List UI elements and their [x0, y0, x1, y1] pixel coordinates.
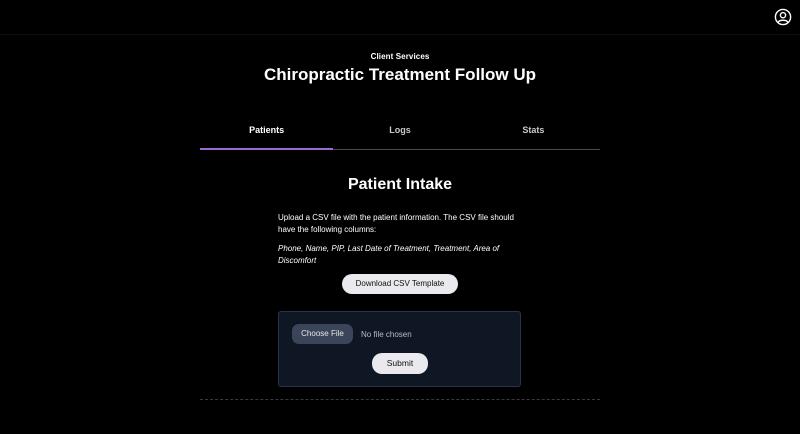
bottom-divider: [200, 399, 600, 400]
upload-panel: Choose File No file chosen Submit: [278, 311, 521, 387]
download-csv-template-button[interactable]: Download CSV Template: [342, 274, 458, 294]
upload-instructions: Upload a CSV file with the patient infor…: [278, 213, 514, 234]
tab-stats[interactable]: Stats: [467, 117, 600, 149]
top-bar: [0, 0, 800, 35]
page-title: Chiropractic Treatment Follow Up: [263, 65, 537, 84]
tab-patients[interactable]: Patients: [200, 117, 334, 150]
csv-columns-list: Phone, Name, PIP, Last Date of Treatment…: [278, 244, 500, 265]
submit-button[interactable]: Submit: [372, 353, 428, 374]
section-eyebrow: Client Services: [370, 52, 430, 61]
intake-title: Patient Intake: [347, 176, 453, 193]
account-circle-icon[interactable]: [774, 8, 792, 26]
tab-logs[interactable]: Logs: [333, 117, 466, 149]
file-status-text: No file chosen: [361, 330, 412, 339]
tab-bar: Patients Logs Stats: [200, 117, 600, 150]
choose-file-button[interactable]: Choose File: [292, 324, 353, 344]
